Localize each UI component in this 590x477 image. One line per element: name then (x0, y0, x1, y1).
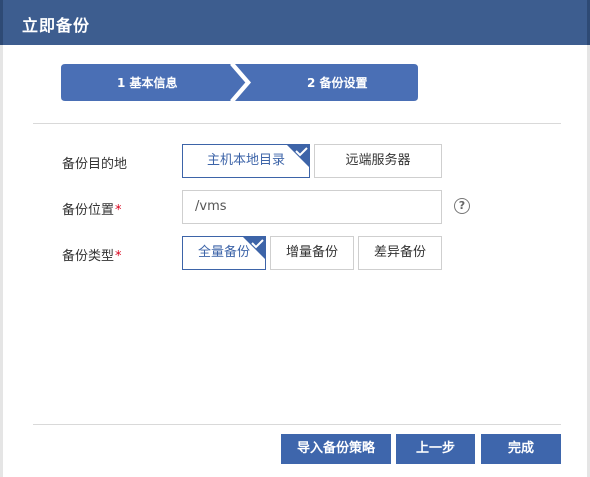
body-left-edge (0, 45, 3, 477)
backup-target-label: 备份目的地 (62, 153, 127, 172)
option-local-directory[interactable]: 主机本地目录 (182, 144, 310, 178)
selected-check-icon (287, 145, 309, 167)
selected-check-icon (243, 237, 265, 259)
header-left-edge (0, 0, 3, 45)
dialog-title: 立即备份 (22, 16, 91, 35)
required-mark: * (115, 203, 122, 218)
question-circle-icon[interactable]: ? (454, 198, 470, 214)
dialog-header: 立即备份 (0, 0, 590, 45)
required-mark: * (115, 249, 122, 264)
option-differential-backup[interactable]: 差异备份 (358, 236, 442, 270)
backup-location-input[interactable]: /vms (182, 190, 442, 224)
option-remote-server[interactable]: 远端服务器 (314, 144, 442, 178)
step-2-label: 2 备份设置 (307, 76, 368, 90)
top-divider (33, 123, 561, 124)
backup-location-label-text: 备份位置 (62, 203, 115, 218)
option-full-backup[interactable]: 全量备份 (182, 236, 266, 270)
bottom-divider (33, 424, 561, 425)
option-incremental-backup[interactable]: 增量备份 (270, 236, 354, 270)
backup-target-label-text: 备份目的地 (62, 157, 128, 172)
option-remote-server-label: 远端服务器 (345, 153, 411, 168)
option-differential-backup-label: 差异备份 (373, 245, 426, 260)
option-local-directory-label: 主机本地目录 (206, 153, 285, 168)
backup-type-label-text: 备份类型 (62, 249, 115, 264)
step-indicator: 1 基本信息 2 备份设置 (61, 64, 418, 101)
backup-location-value: /vms (195, 199, 227, 214)
finish-button[interactable]: 完成 (481, 434, 561, 464)
backup-location-label: 备份位置* (62, 199, 122, 218)
previous-step-button[interactable]: 上一步 (396, 434, 475, 464)
option-incremental-backup-label: 增量备份 (285, 245, 338, 260)
backup-type-label: 备份类型* (62, 245, 122, 264)
help-glyph: ? (458, 199, 466, 212)
import-policy-button[interactable]: 导入备份策略 (281, 434, 391, 464)
step-1-label: 1 基本信息 (117, 76, 178, 90)
